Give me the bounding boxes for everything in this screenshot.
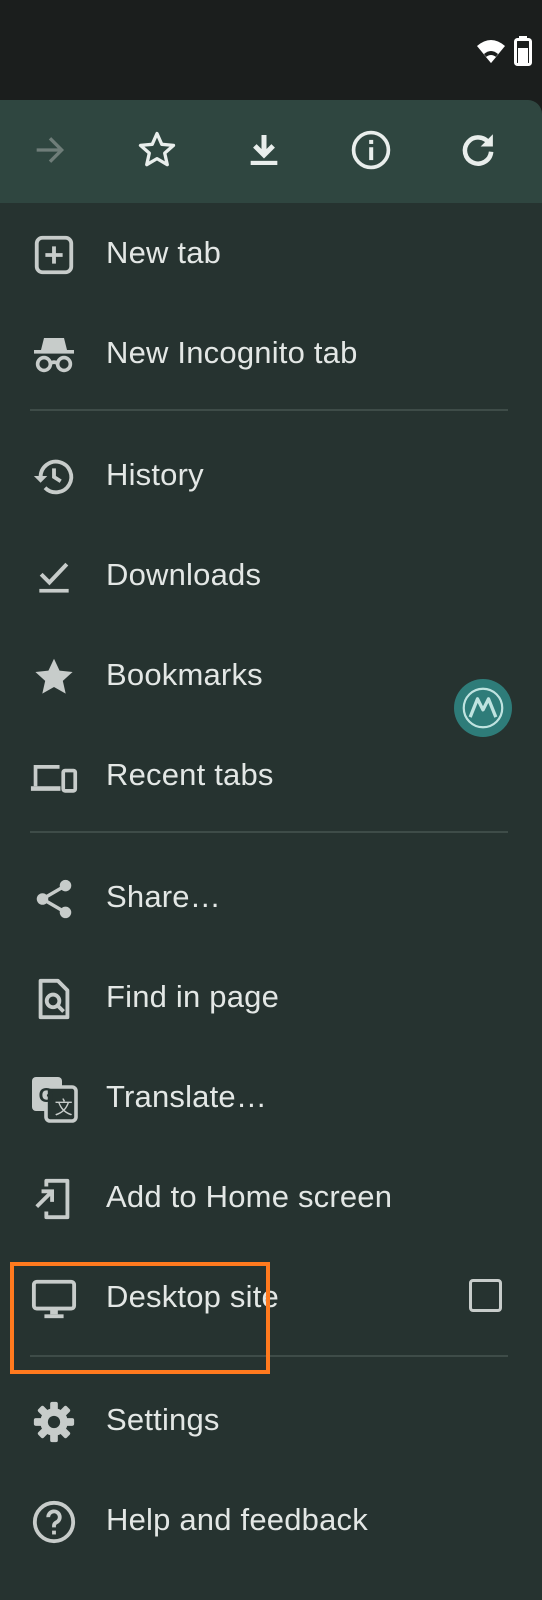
- menu-item-share[interactable]: Share…: [0, 847, 542, 947]
- battery-icon: [514, 36, 532, 71]
- menu-item-help-and-feedback[interactable]: Help and feedback: [0, 1470, 542, 1570]
- menu-item-add-to-home-screen[interactable]: Add to Home screen: [0, 1147, 542, 1247]
- bookmark-star-icon[interactable]: [129, 122, 185, 178]
- menu-item-label: Help and feedback: [106, 1502, 368, 1537]
- menu-item-label: History: [106, 457, 204, 492]
- bookmarks-star-icon: [30, 653, 78, 701]
- incognito-icon: [30, 331, 78, 379]
- svg-text:G: G: [39, 1085, 55, 1107]
- menu-item-label: Recent tabs: [106, 757, 274, 792]
- status-icons: [476, 36, 532, 71]
- find-in-page-icon: [30, 975, 78, 1023]
- divider: [30, 831, 508, 833]
- downloads-icon: [30, 553, 78, 601]
- svg-text:文: 文: [55, 1098, 73, 1119]
- recent-tabs-icon: [30, 753, 78, 801]
- refresh-icon[interactable]: [450, 122, 506, 178]
- motorola-logo-icon[interactable]: [454, 679, 512, 737]
- menu-item-label: Downloads: [106, 557, 262, 592]
- wifi-icon: [476, 38, 506, 69]
- download-icon[interactable]: [236, 122, 292, 178]
- forward-icon[interactable]: [22, 122, 78, 178]
- menu-item-recent-tabs[interactable]: Recent tabs: [0, 725, 542, 825]
- menu-item-label: Add to Home screen: [106, 1179, 393, 1214]
- history-icon: [30, 453, 78, 501]
- menu-item-label: New Incognito tab: [106, 335, 358, 370]
- menu-item-label: New tab: [106, 235, 222, 270]
- menu-item-label: Translate…: [106, 1079, 268, 1114]
- overflow-menu: New tab New Incognito tab History Downlo…: [0, 100, 542, 1600]
- settings-highlight-box: [10, 1262, 270, 1374]
- info-icon[interactable]: [343, 122, 399, 178]
- menu-item-downloads[interactable]: Downloads: [0, 525, 542, 625]
- menu-item-label: Share…: [106, 879, 221, 914]
- divider: [30, 409, 508, 411]
- menu-item-settings[interactable]: Settings: [0, 1370, 542, 1470]
- menu-toolbar: [0, 100, 542, 203]
- menu-item-label: Settings: [106, 1402, 220, 1437]
- new-tab-icon: [30, 231, 78, 279]
- menu-item-label: Bookmarks: [106, 657, 263, 692]
- menu-item-new-tab[interactable]: New tab: [0, 203, 542, 303]
- settings-gear-icon: [30, 1398, 78, 1446]
- menu-item-translate[interactable]: G文 Translate…: [0, 1047, 542, 1147]
- menu-item-find-in-page[interactable]: Find in page: [0, 947, 542, 1047]
- desktop-site-checkbox[interactable]: [469, 1279, 502, 1312]
- menu-item-history[interactable]: History: [0, 425, 542, 525]
- share-icon: [30, 875, 78, 923]
- menu-item-label: Find in page: [106, 979, 280, 1014]
- translate-icon: G文: [30, 1075, 78, 1123]
- menu-item-new-incognito-tab[interactable]: New Incognito tab: [0, 303, 542, 403]
- help-icon: [30, 1498, 78, 1546]
- add-to-home-icon: [30, 1175, 78, 1223]
- status-bar: [0, 0, 542, 100]
